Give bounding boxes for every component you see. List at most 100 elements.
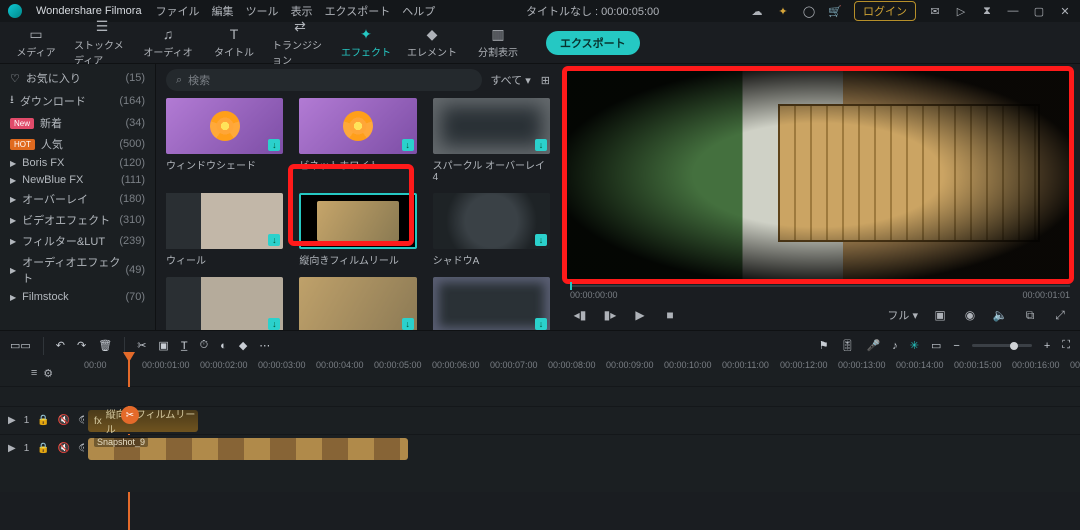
delete-button[interactable]: 🗑 — [98, 339, 112, 352]
fullscreen-icon[interactable]: ▣ — [932, 307, 948, 323]
snap-icon[interactable]: ▭ — [931, 339, 941, 352]
mute-icon[interactable]: 🔇 — [58, 415, 70, 426]
sidebar-item-downloads[interactable]: ⭳ダウンロード(164) — [10, 91, 145, 110]
sidebar-item-overlay[interactable]: ▶オーバーレイ(180) — [10, 191, 145, 207]
tab-elements[interactable]: ◆エレメント — [404, 26, 460, 59]
minimize-icon[interactable]: — — [1006, 4, 1020, 18]
tab-transition[interactable]: ⇄トランジション — [272, 19, 328, 67]
menu-view[interactable]: 表示 — [291, 3, 313, 19]
effect-bokeh-2[interactable]: ↓ボケ2 — [433, 277, 550, 330]
tab-media[interactable]: ▭メディア — [8, 26, 64, 59]
menu-file[interactable]: ファイル — [156, 3, 200, 19]
preview-scrubber[interactable] — [570, 282, 1070, 290]
download-badge-icon: ↓ — [535, 234, 547, 246]
more-tools-icon[interactable]: ⋯ — [259, 339, 270, 352]
download-icon: ⭳ — [10, 91, 14, 110]
account-icon[interactable]: ◯ — [802, 4, 816, 18]
snapshot-icon[interactable]: ◉ — [962, 307, 978, 323]
menu-tools[interactable]: ツール — [246, 3, 279, 19]
sidebar-item-filter-lut[interactable]: ▶フィルター&LUT(239) — [10, 233, 145, 249]
mixer-icon[interactable]: 🎚 — [841, 339, 855, 352]
mic-icon[interactable]: 🎤 — [867, 339, 881, 352]
speed-tool-icon[interactable]: ⏱ — [200, 339, 209, 352]
text-tool-icon[interactable]: T̲ — [181, 340, 188, 352]
effect-water-surfer[interactable]: ↓ウォーターサファー — [166, 277, 283, 330]
timeline-ruler[interactable]: ✂ 00:0000:00:01:0000:00:02:0000:00:03:00… — [84, 360, 1080, 386]
effect-vertical-film-reel[interactable]: 縦向きフィルムリール — [299, 193, 416, 267]
lock-icon[interactable]: 🔒 — [37, 415, 49, 426]
notification-icon[interactable]: ▷ — [954, 4, 968, 18]
color-tool-icon[interactable]: ◐ — [220, 340, 227, 352]
search-input[interactable]: ⌕検索 — [166, 69, 482, 91]
tab-audio[interactable]: ♫オーディオ — [140, 26, 196, 59]
redo-button[interactable]: ↷ — [77, 339, 86, 352]
zoom-in-icon[interactable]: + — [1044, 340, 1050, 352]
maximize-icon[interactable]: ▢ — [1032, 4, 1046, 18]
tab-stock-media[interactable]: ☰ストックメディア — [74, 19, 130, 67]
cloud-icon[interactable]: ☁ — [750, 4, 764, 18]
keyframe-tool-icon[interactable]: ◆ — [239, 339, 247, 352]
menu-help[interactable]: ヘルプ — [402, 3, 435, 19]
volume-icon[interactable]: 🔈 — [992, 307, 1008, 323]
select-tool-icon[interactable]: ▭▭ — [10, 339, 31, 352]
effect-random-dust[interactable]: ↓ランダムダスト — [299, 277, 416, 330]
fit-zoom-icon[interactable]: ⛶ — [1062, 339, 1070, 352]
menu-export[interactable]: エクスポート — [325, 3, 391, 19]
sidebar-item-filmstock[interactable]: ▶Filmstock(70) — [10, 291, 145, 303]
grid-view-icon[interactable]: ⊞ — [541, 74, 550, 87]
sidebar-item-newblue-fx[interactable]: ▶NewBlue FX(111) — [10, 174, 145, 186]
message-icon[interactable]: ✉ — [928, 4, 942, 18]
star-icon[interactable]: ✦ — [776, 4, 790, 18]
magnet-icon[interactable]: ✳ — [910, 339, 919, 352]
tab-effects[interactable]: ✦エフェクト — [338, 26, 394, 59]
expand-icon[interactable]: ⤢ — [1052, 307, 1068, 323]
zoom-out-icon[interactable]: − — [953, 340, 959, 352]
login-button[interactable]: ログイン — [854, 1, 916, 21]
stop-button[interactable]: ■ — [662, 307, 678, 323]
tab-title[interactable]: Tタイトル — [206, 26, 262, 59]
preview-time-start: 00:00:00:00 — [570, 290, 618, 300]
preview-panel: 00:00:00:0000:00:01:01 ◂▮ ▮▸ ▶ ■ フル ▾ ▣ … — [560, 64, 1080, 330]
menu-edit[interactable]: 編集 — [212, 3, 234, 19]
close-icon[interactable]: ✕ — [1058, 4, 1072, 18]
effect-sparkle-overlay-4[interactable]: ↓スパークル オーバーレイ 4 — [433, 98, 550, 183]
detach-icon[interactable]: ⧉ — [1022, 307, 1038, 323]
track-settings-icon[interactable]: ⚙ — [43, 367, 53, 380]
sidebar-item-boris-fx[interactable]: ▶Boris FX(120) — [10, 157, 145, 169]
sidebar-item-favorites[interactable]: ♡お気に入り(15) — [10, 70, 145, 86]
effect-wheel[interactable]: ↓ウィール — [166, 193, 283, 267]
effect-shadow-a[interactable]: ↓シャドウA — [433, 193, 550, 267]
sidebar-item-popular[interactable]: HOT人気(500) — [10, 136, 145, 152]
lock-icon[interactable]: 🔒 — [37, 443, 49, 454]
zoom-slider[interactable] — [972, 344, 1032, 347]
sidebar-item-audio-effects[interactable]: ▶オーディオエフェクト(49) — [10, 254, 145, 286]
cart-icon[interactable]: 🛒 — [828, 4, 842, 18]
sidebar-item-new[interactable]: New新着(34) — [10, 115, 145, 131]
effect-window-shade[interactable]: ↓ウィンドウシェード — [166, 98, 283, 183]
split-button[interactable]: ✂ — [121, 406, 139, 424]
step-back-button[interactable]: ▮▸ — [602, 307, 618, 323]
timeline-clip-effect[interactable]: fx縦向きフィルムリール — [88, 410, 198, 432]
updates-icon[interactable]: ⧗ — [980, 4, 994, 18]
effect-vignette-white[interactable]: ↓ビネットホワイト — [299, 98, 416, 183]
marker-icon[interactable]: ⚑ — [819, 339, 829, 352]
chevron-right-icon: ▶ — [10, 216, 16, 225]
preview-time-end: 00:00:01:01 — [1022, 290, 1070, 300]
tab-split-view[interactable]: ▥分割表示 — [470, 26, 526, 59]
export-button[interactable]: エクスポート — [546, 31, 640, 55]
filter-dropdown[interactable]: すべて ▾ — [490, 72, 530, 88]
play-button[interactable]: ▶ — [632, 307, 648, 323]
prev-frame-button[interactable]: ◂▮ — [572, 307, 588, 323]
crop-tool-icon[interactable]: ▣ — [158, 339, 168, 352]
music-icon[interactable]: ♪ — [892, 340, 898, 352]
sidebar-item-video-effects[interactable]: ▶ビデオエフェクト(310) — [10, 212, 145, 228]
track-header-video[interactable]: ▶1🔒🔇👁 — [0, 435, 84, 462]
track-collapse-icon[interactable]: ≡ — [31, 367, 37, 379]
timeline-clip-video[interactable]: Snapshot_9 — [88, 438, 408, 460]
cut-tool-icon[interactable]: ✂ — [137, 339, 146, 352]
track-header-fx[interactable]: ▶1🔒🔇👁 — [0, 407, 84, 434]
undo-button[interactable]: ↶ — [56, 339, 65, 352]
mute-icon[interactable]: 🔇 — [58, 443, 70, 454]
quality-dropdown[interactable]: フル ▾ — [887, 307, 918, 323]
preview-viewport[interactable] — [566, 70, 1070, 280]
